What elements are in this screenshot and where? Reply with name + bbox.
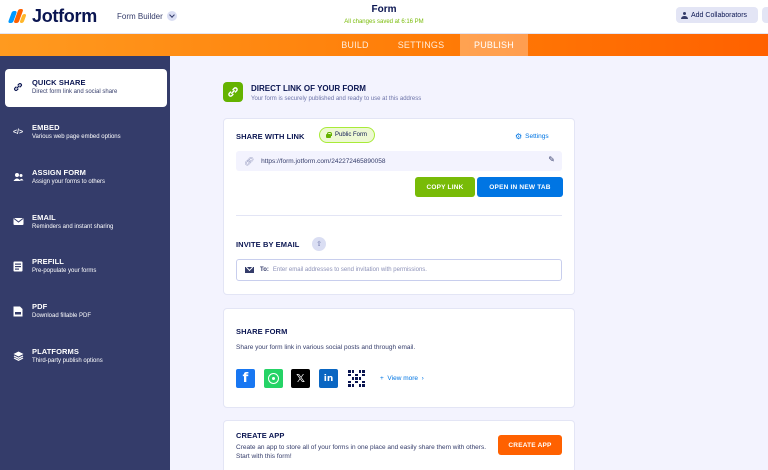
user-icon (681, 11, 688, 19)
invite-by-email-label: INVITE BY EMAIL (236, 240, 300, 249)
sidebar-item-subtitle: Download fillable PDF (32, 313, 92, 319)
create-app-description: Create an app to store all of your forms… (236, 444, 487, 460)
share-form-description: Share your form link in various social p… (236, 344, 416, 351)
create-app-title: CREATE APP (236, 431, 285, 440)
sidebar-item-subtitle: Assign your forms to others (32, 179, 106, 185)
sidebar-item-title: PREFILL (32, 257, 64, 266)
view-more-label: View more (387, 375, 419, 382)
public-form-badge[interactable]: Public Form (319, 127, 376, 143)
code-icon: </> (12, 129, 24, 136)
divider (236, 215, 562, 216)
open-in-new-tab-button[interactable]: OPEN IN NEW TAB (477, 177, 563, 197)
lock-icon (326, 132, 332, 138)
form-title[interactable]: Form (0, 4, 768, 15)
direct-link-icon (223, 82, 243, 102)
sidebar-item-title: PLATFORMS (32, 347, 80, 356)
facebook-icon[interactable]: f (236, 369, 255, 388)
sidebar-item-email[interactable]: EMAIL Reminders and instant sharing (0, 204, 170, 242)
sidebar-item-embed[interactable]: </> EMBED Various web page embed options (0, 114, 170, 152)
sidebar-item-prefill[interactable]: PREFILL Pre-populate your forms (0, 248, 170, 286)
to-label: To: (260, 267, 269, 273)
header-extra-button[interactable] (762, 7, 768, 23)
share-with-link-label: SHARE WITH LINK (236, 132, 305, 141)
sidebar-item-title: QUICK SHARE (32, 78, 86, 87)
publish-sidebar: QUICK SHARE Direct form link and social … (0, 56, 170, 470)
sidebar-item-subtitle: Various web page embed options (32, 134, 121, 140)
gear-icon: ⚙ (515, 132, 523, 141)
settings-label: Settings (525, 133, 549, 140)
create-app-button[interactable]: CREATE APP (498, 435, 562, 455)
builder-nav: BUILD SETTINGS PUBLISH (0, 34, 768, 56)
share-link-card: SHARE WITH LINK Public Form ⚙ Settings 🔗… (223, 118, 575, 295)
publish-main: DIRECT LINK OF YOUR FORM Your form is se… (170, 56, 768, 470)
upload-icon[interactable]: ⇧ (312, 237, 326, 251)
sidebar-item-subtitle: Direct form link and social share (32, 89, 118, 95)
sidebar-item-title: ASSIGN FORM (32, 168, 87, 177)
pdf-icon (12, 306, 24, 318)
copy-link-button[interactable]: COPY LINK (415, 177, 475, 197)
sidebar-item-quick-share[interactable]: QUICK SHARE Direct form link and social … (5, 69, 167, 107)
users-icon (12, 172, 24, 184)
link-icon (12, 82, 24, 94)
create-app-card: CREATE APP Create an app to store all of… (223, 420, 575, 470)
linkedin-icon[interactable]: in (319, 369, 338, 388)
direct-link-subtitle: Your form is securely published and read… (251, 96, 422, 102)
sidebar-item-subtitle: Reminders and instant sharing (32, 224, 114, 230)
layers-icon (12, 351, 24, 363)
sidebar-item-title: EMBED (32, 123, 60, 132)
tab-publish[interactable]: PUBLISH (460, 34, 528, 56)
envelope-icon (245, 267, 254, 273)
invite-email-input[interactable]: To: Enter email addresses to send invita… (236, 259, 562, 281)
view-more-link[interactable]: + View more › (380, 375, 424, 382)
sidebar-item-title: EMAIL (32, 213, 56, 222)
sidebar-item-subtitle: Third-party publish options (32, 358, 103, 364)
top-header: Jotform Form Builder Form All changes sa… (0, 0, 768, 34)
invite-email-placeholder: Enter email addresses to send invitation… (272, 267, 427, 273)
sidebar-item-pdf[interactable]: PDF Download fillable PDF (0, 293, 170, 331)
qr-code-icon[interactable] (347, 369, 366, 388)
link-settings-button[interactable]: ⚙ Settings (515, 132, 549, 141)
add-collaborators-button[interactable]: Add Collaborators (676, 7, 758, 23)
whatsapp-icon[interactable] (264, 369, 283, 388)
share-form-card: SHARE FORM Share your form link in vario… (223, 308, 575, 408)
tab-settings[interactable]: SETTINGS (390, 34, 452, 56)
sidebar-item-subtitle: Pre-populate your forms (32, 268, 97, 274)
direct-link-title: DIRECT LINK OF YOUR FORM (251, 84, 366, 93)
form-url-field[interactable]: 🔗︎ https://form.jotform.com/242272465890… (236, 151, 562, 171)
sidebar-item-assign-form[interactable]: ASSIGN FORM Assign your forms to others (0, 159, 170, 197)
form-url: https://form.jotform.com/242272465890058 (261, 157, 386, 165)
envelope-icon (12, 217, 24, 229)
public-form-label: Public Form (335, 132, 368, 138)
sidebar-item-platforms[interactable]: PLATFORMS Third-party publish options (0, 338, 170, 376)
tab-build[interactable]: BUILD (330, 34, 380, 56)
share-form-title: SHARE FORM (236, 327, 288, 336)
link-icon: 🔗︎ (244, 156, 255, 166)
sidebar-item-title: PDF (32, 302, 48, 311)
save-status: All changes saved at 6:16 PM (344, 19, 424, 25)
prefill-icon (12, 261, 24, 273)
add-collaborators-label: Add Collaborators (691, 11, 748, 19)
x-icon[interactable]: 𝕏 (291, 369, 310, 388)
pencil-icon[interactable]: ✎ (548, 155, 555, 164)
